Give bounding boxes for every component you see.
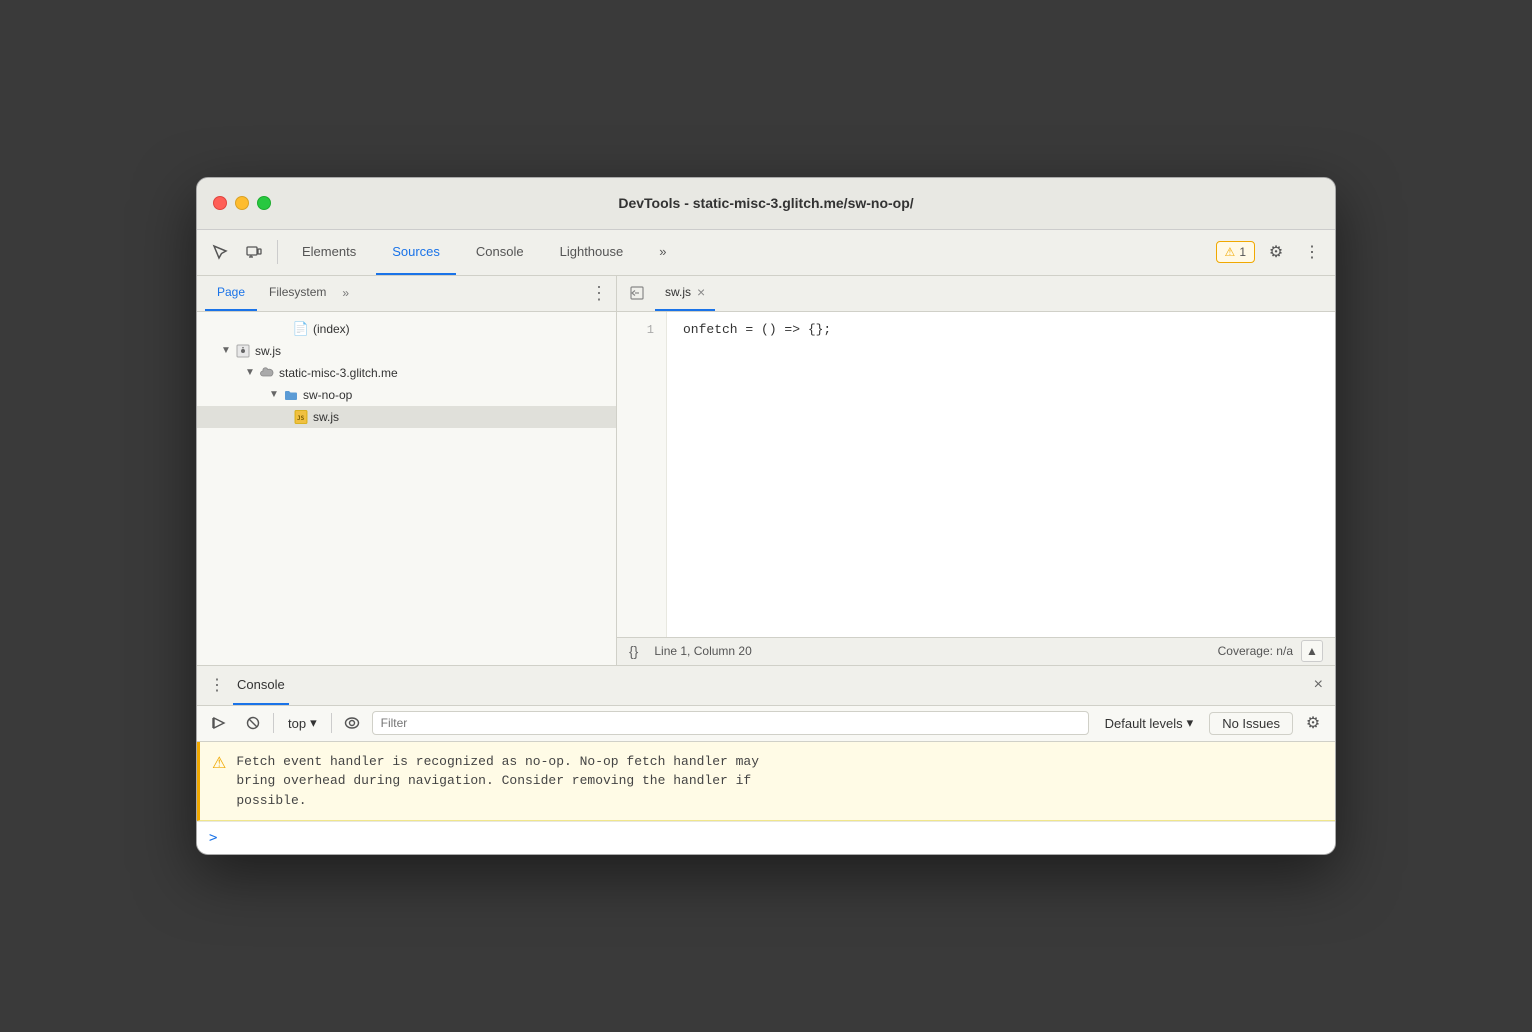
warning-message: ⚠ Fetch event handler is recognized as n… [197,742,1335,822]
window-title: DevTools - static-misc-3.glitch.me/sw-no… [618,195,913,211]
console-close-button[interactable]: × [1314,676,1323,694]
console-menu-icon[interactable]: ⋮ [209,675,225,695]
more-menu-button[interactable]: ⋮ [1297,237,1327,267]
warning-count: 1 [1239,245,1246,259]
tree-item-sw-root[interactable]: ▼ sw.js [197,340,616,362]
levels-arrow: ▾ [1187,715,1194,731]
tree-item-label: sw-no-op [303,388,352,402]
settings-button[interactable]: ⚙ [1261,237,1291,267]
right-panel: sw.js × 1 onfetch = () => {}; {} Line 1,… [617,276,1335,665]
tree-item-sw-js[interactable]: JS sw.js [197,406,616,428]
tree-item-label: (index) [313,322,350,336]
folder-icon [283,387,299,403]
eye-button[interactable] [338,709,366,737]
tree-arrow: ▼ [245,367,255,378]
tab-console[interactable]: Console [460,229,540,275]
tree-item-index[interactable]: 📄 (index) [197,318,616,340]
console-settings-button[interactable]: ⚙ [1299,709,1327,737]
code-content[interactable]: onfetch = () => {}; [667,312,1335,637]
tree-arrow: ▼ [269,389,279,400]
console-divider-2 [331,713,332,733]
context-arrow: ▾ [310,715,317,731]
tree-item-label: sw.js [255,344,281,358]
status-bar-right: Coverage: n/a ▲ [1218,640,1323,662]
left-panel: Page Filesystem » ⋮ 📄 (index) ▼ [197,276,617,665]
traffic-lights [213,196,271,210]
levels-selector[interactable]: Default levels ▾ [1095,712,1204,734]
tab-elements[interactable]: Elements [286,229,372,275]
code-line-1: onfetch = () => {}; [683,320,1319,340]
devtools-window: DevTools - static-misc-3.glitch.me/sw-no… [196,177,1336,856]
warning-text: Fetch event handler is recognized as no-… [236,752,759,811]
more-menu-icon: ⋮ [1304,242,1320,262]
title-bar: DevTools - static-misc-3.glitch.me/sw-no… [197,178,1335,230]
gear-file-icon [235,343,251,359]
tree-arrow: ▼ [221,345,231,356]
tab-filesystem[interactable]: Filesystem [257,275,338,311]
cursor-position: Line 1, Column 20 [654,644,751,658]
console-content: ⚠ Fetch event handler is recognized as n… [197,742,1335,855]
editor-back-button[interactable] [625,281,649,305]
levels-label: Default levels [1105,716,1183,731]
scroll-up-button[interactable]: ▲ [1301,640,1323,662]
console-header: ⋮ Console × [197,666,1335,706]
context-selector[interactable]: top ▾ [280,712,325,734]
cloud-icon [259,365,275,381]
warning-icon: ⚠ [1225,245,1236,259]
close-button[interactable] [213,196,227,210]
toolbar-divider [277,240,278,264]
issues-button[interactable]: No Issues [1209,712,1293,735]
editor-tab-label: sw.js [665,285,691,299]
tree-item-label: static-misc-3.glitch.me [279,366,398,380]
warning-badge[interactable]: ⚠ 1 [1216,241,1255,263]
main-toolbar: Elements Sources Console Lighthouse » ⚠ … [197,230,1335,276]
console-prompt: > [209,830,217,846]
filter-input[interactable] [372,711,1089,735]
panel-menu-button[interactable]: ⋮ [590,283,608,304]
console-panel: ⋮ Console × top ▾ [197,666,1335,855]
console-title-tab[interactable]: Console [233,665,289,705]
run-script-button[interactable] [205,709,233,737]
tab-sources[interactable]: Sources [376,229,456,275]
svg-text:JS: JS [297,415,305,422]
tree-item-domain[interactable]: ▼ static-misc-3.glitch.me [197,362,616,384]
tree-item-label: sw.js [313,410,339,424]
editor-tabs: sw.js × [617,276,1335,312]
line-numbers: 1 [617,312,667,637]
status-bar: {} Line 1, Column 20 Coverage: n/a ▲ [617,637,1335,665]
tab-lighthouse[interactable]: Lighthouse [544,229,640,275]
settings-icon: ⚙ [1269,242,1283,262]
format-icon[interactable]: {} [629,643,638,659]
tree-item-sw-no-op[interactable]: ▼ sw-no-op [197,384,616,406]
file-tree: 📄 (index) ▼ sw.js ▼ [197,312,616,665]
block-button[interactable] [239,709,267,737]
device-toggle-button[interactable] [239,237,269,267]
console-toolbar: top ▾ Default levels ▾ No Issues ⚙ [197,706,1335,742]
editor-tab-sw-js[interactable]: sw.js × [655,275,715,311]
tab-more[interactable]: » [643,229,682,275]
maximize-button[interactable] [257,196,271,210]
inspect-element-button[interactable] [205,237,235,267]
console-divider [273,713,274,733]
coverage-text: Coverage: n/a [1218,644,1293,658]
editor-tab-close[interactable]: × [697,284,705,300]
panel-tabs: Page Filesystem » ⋮ [197,276,616,312]
js-file-icon: JS [293,409,309,425]
toolbar-right: ⚠ 1 ⚙ ⋮ [1216,237,1327,267]
minimize-button[interactable] [235,196,249,210]
warning-triangle-icon: ⚠ [212,753,226,773]
console-input-line: > [197,821,1335,854]
file-icon: 📄 [293,321,309,337]
code-area: 1 onfetch = () => {}; [617,312,1335,637]
panel-more-tabs[interactable]: » [342,286,349,300]
context-label: top [288,716,306,731]
line-number-1: 1 [617,320,666,340]
tab-page[interactable]: Page [205,275,257,311]
content-area: Page Filesystem » ⋮ 📄 (index) ▼ [197,276,1335,666]
